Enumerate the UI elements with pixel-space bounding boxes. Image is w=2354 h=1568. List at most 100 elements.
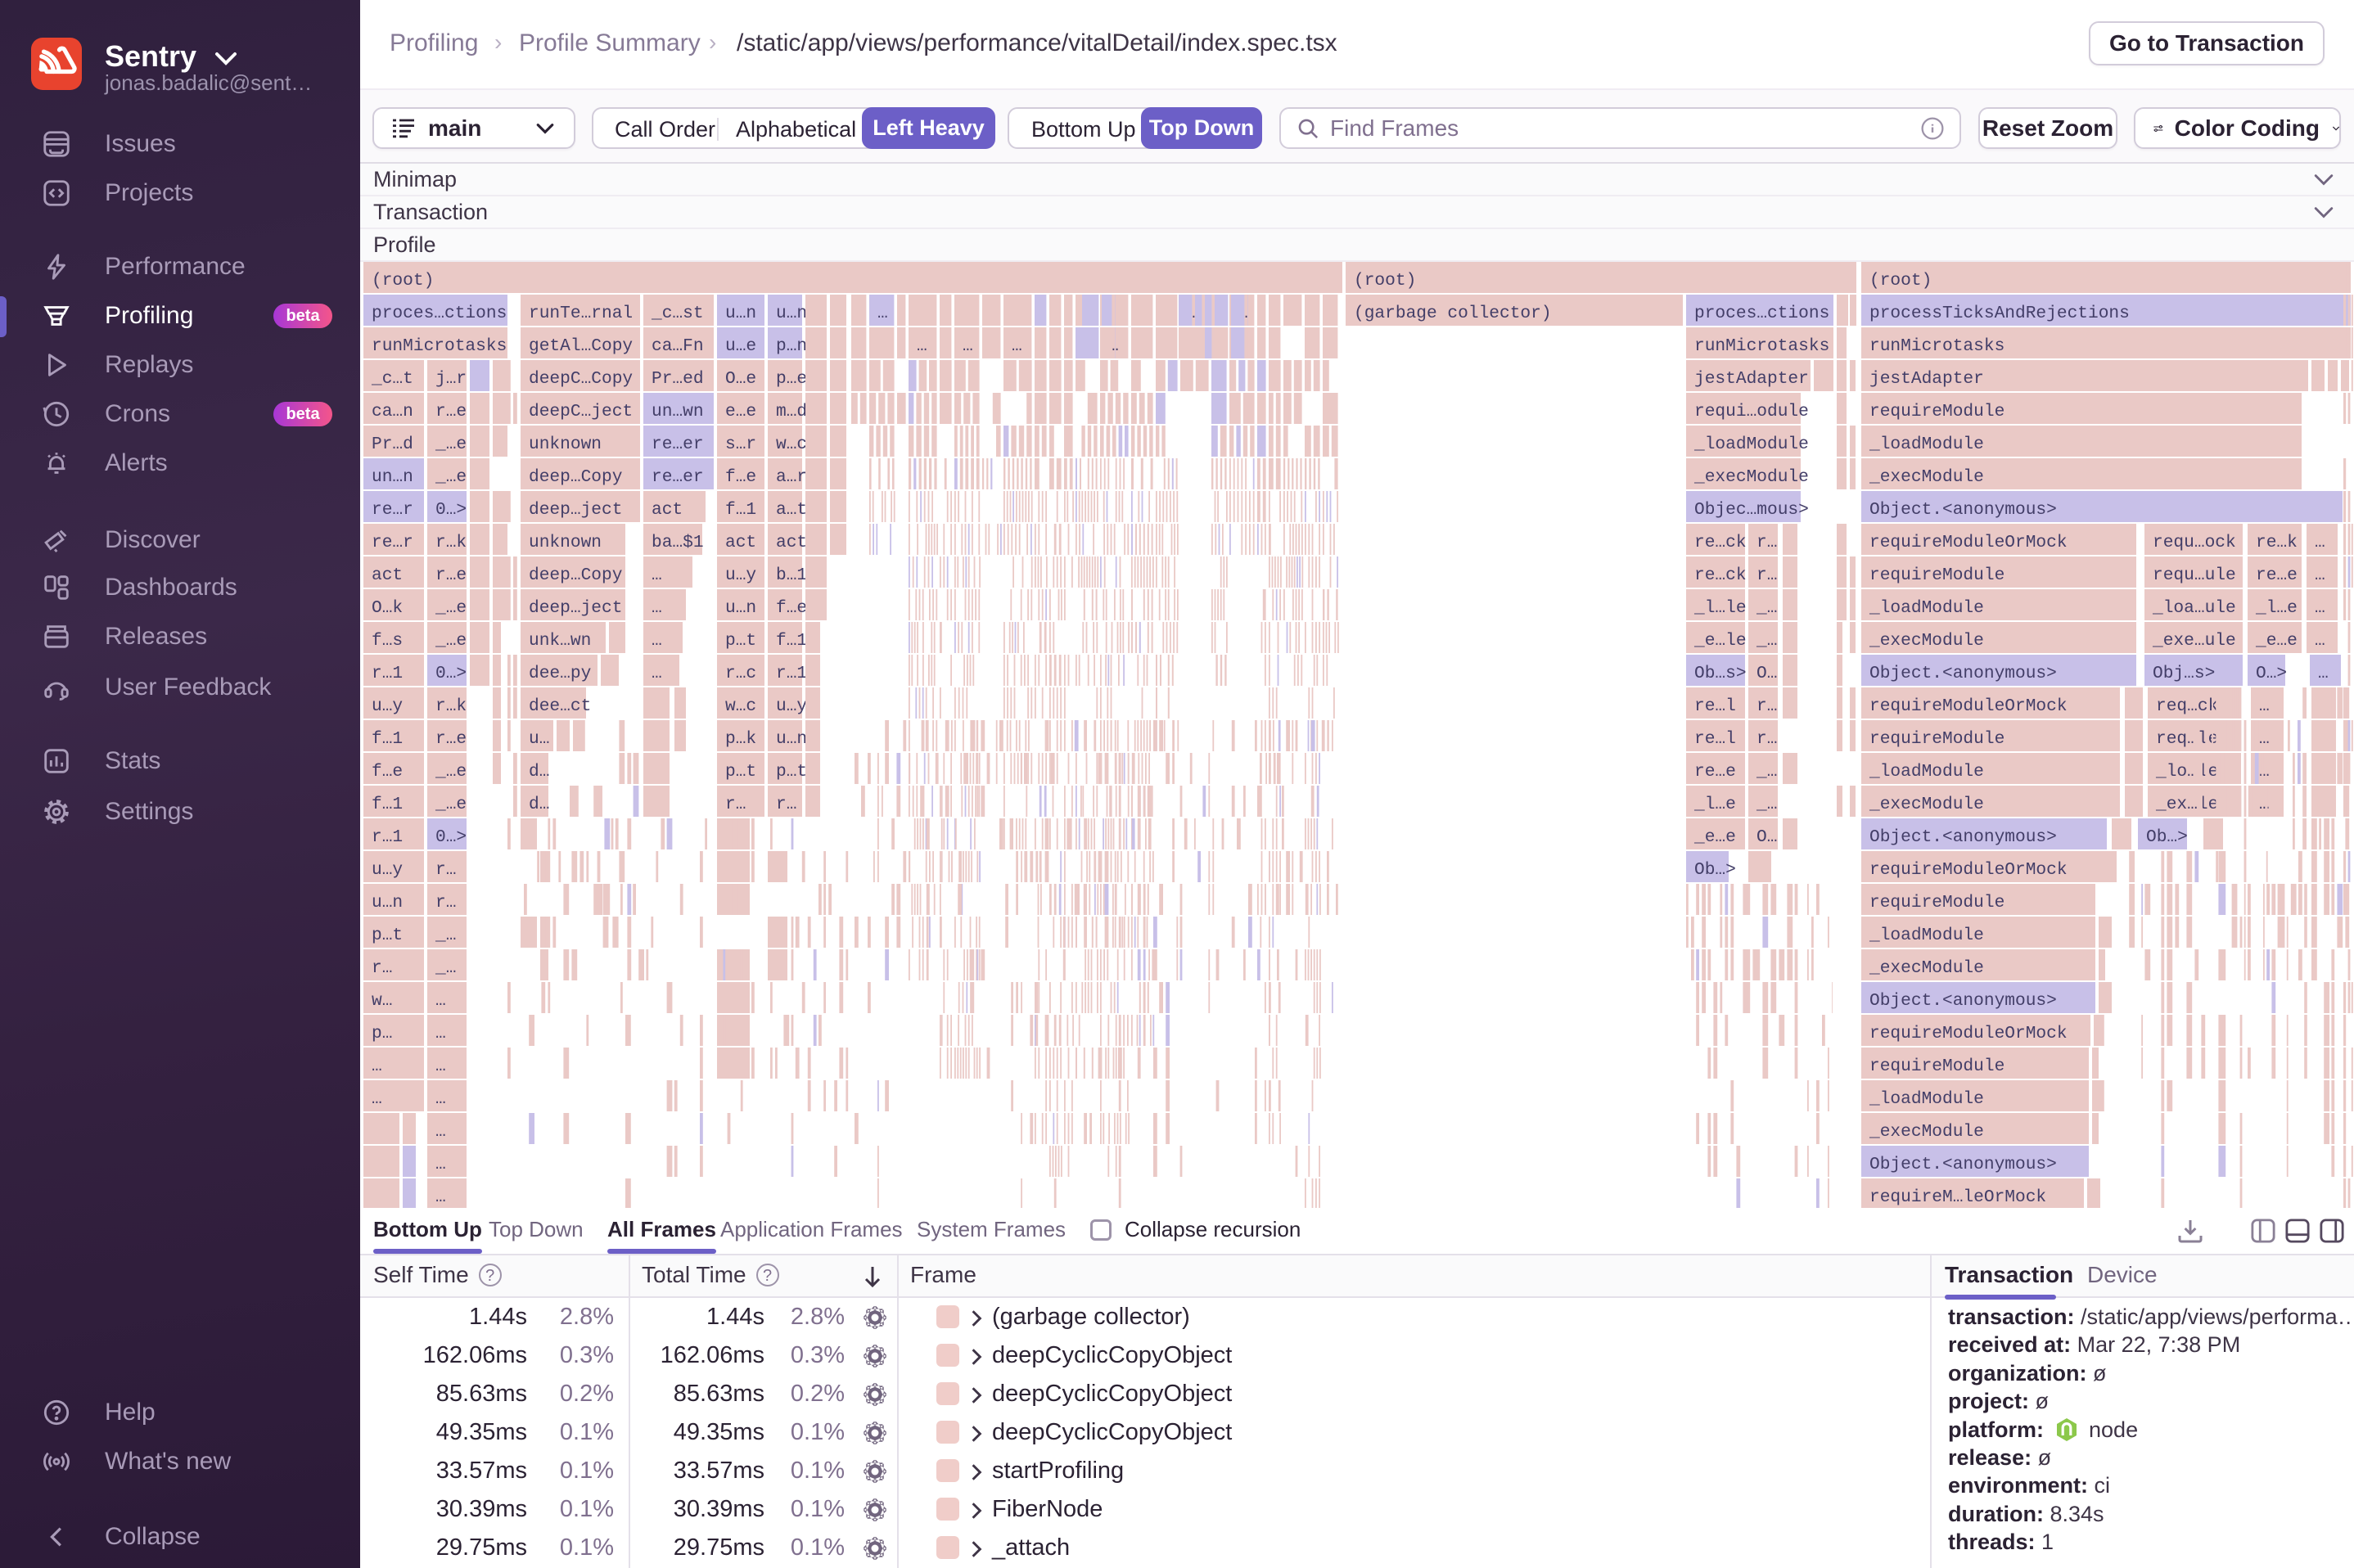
svg-text:_c…t: _c…t — [371, 369, 413, 389]
svg-text:p…t: p…t — [725, 762, 756, 782]
svg-text:runMicrotasks: runMicrotasks — [372, 336, 507, 356]
svg-text:ca…Fn: ca…Fn — [652, 336, 704, 356]
svg-text:_…e: _…e — [435, 795, 467, 814]
svg-text:e…e: e…e — [725, 402, 756, 421]
svg-text:Ob…s>: Ob…s> — [1694, 664, 1747, 683]
svg-text:unknown: unknown — [529, 435, 602, 454]
svg-text:u…y: u…y — [372, 696, 403, 716]
svg-text:_loadModule: _loadModule — [1869, 926, 1984, 945]
svg-text:…: … — [435, 1024, 446, 1043]
svg-text:jestAdapter: jestAdapter — [1694, 369, 1809, 389]
svg-text:r…e: r…e — [435, 402, 467, 421]
svg-text:p…k: p…k — [725, 729, 756, 749]
svg-text:r…e: r…e — [435, 565, 467, 585]
svg-text:deep…ject: deep…ject — [529, 500, 622, 520]
svg-text:p…t: p…t — [372, 926, 403, 945]
svg-text:f…1: f…1 — [776, 631, 807, 651]
svg-text:r…: r… — [725, 795, 746, 814]
svg-text:_l…e: _l…e — [1693, 795, 1736, 814]
svg-text:…: … — [652, 565, 662, 585]
svg-text:…: … — [2315, 631, 2325, 651]
svg-text:a…r: a…r — [776, 467, 807, 487]
svg-text:requi…odule: requi…odule — [1694, 402, 1809, 421]
svg-text:_…: _… — [435, 958, 456, 978]
svg-text:_loadModule: _loadModule — [1869, 762, 1984, 782]
svg-text:…: … — [435, 1122, 446, 1142]
svg-text:…: … — [435, 1057, 446, 1076]
svg-text:(root): (root) — [1869, 271, 1932, 291]
svg-text:…: … — [2318, 664, 2329, 683]
svg-text:requireM…leOrMock: requireM…leOrMock — [1869, 1187, 2046, 1207]
svg-text:re…er: re…er — [652, 467, 704, 487]
svg-text:ca…n: ca…n — [372, 402, 413, 421]
svg-text:b…1: b…1 — [776, 565, 807, 585]
svg-text:f…1: f…1 — [372, 729, 403, 749]
svg-text:_…: _… — [435, 926, 456, 945]
svg-text:d…: d… — [529, 795, 549, 814]
svg-text:Object.<anonymous>: Object.<anonymous> — [1869, 991, 2057, 1011]
svg-text:a…t: a…t — [776, 500, 807, 520]
svg-text:re…e: re…e — [2256, 565, 2298, 585]
svg-text:requireModule: requireModule — [1869, 893, 2005, 912]
svg-text:re…l: re…l — [1694, 729, 1736, 749]
svg-text:O…>: O…> — [2256, 664, 2287, 683]
svg-text:O…e: O…e — [725, 369, 756, 389]
svg-text:_…e: _…e — [435, 435, 467, 454]
svg-text:u…n: u…n — [776, 304, 807, 323]
svg-text:r…: r… — [1756, 696, 1777, 716]
svg-text:Objec…mous>: Objec…mous> — [1694, 500, 1809, 520]
svg-text:f…e: f…e — [372, 762, 403, 782]
svg-text:_…e: _…e — [435, 467, 467, 487]
svg-text:_loadModule: _loadModule — [1693, 435, 1809, 454]
svg-text:u…e: u…e — [725, 336, 756, 356]
svg-text:…: … — [652, 598, 662, 618]
svg-text:r…: r… — [1756, 729, 1777, 749]
svg-text:r…k: r…k — [435, 533, 467, 552]
svg-text:dee…ct: dee…ct — [529, 696, 591, 716]
svg-text:act: act — [652, 500, 683, 520]
svg-text:O…: O… — [1756, 664, 1777, 683]
svg-text:_e…e: _e…e — [1693, 827, 1736, 847]
svg-text:_…e: _…e — [435, 631, 467, 651]
svg-text:f…s: f…s — [372, 631, 403, 651]
svg-text:r…: r… — [1756, 533, 1777, 552]
svg-text:re…e: re…e — [1694, 762, 1736, 782]
svg-text:O…: O… — [1756, 827, 1777, 847]
svg-text:u…n: u…n — [776, 729, 807, 749]
svg-text:_…: _… — [1756, 795, 1777, 814]
svg-text:Pr…d: Pr…d — [372, 435, 413, 454]
svg-text:r…1: r…1 — [372, 664, 403, 683]
svg-text:f…1: f…1 — [372, 795, 403, 814]
svg-text:_e…le: _e…le — [1693, 631, 1747, 651]
svg-text:re…r: re…r — [372, 533, 413, 552]
svg-text:act: act — [372, 565, 403, 585]
svg-text:requ…ule: requ…ule — [2153, 565, 2236, 585]
svg-text:m…d: m…d — [776, 402, 807, 421]
svg-text:runMicrotasks: runMicrotasks — [1869, 336, 2005, 356]
svg-text:processTicksAndRejections: processTicksAndRejections — [1869, 304, 2130, 323]
svg-text:re…r: re…r — [372, 500, 413, 520]
svg-text:Pr…ed: Pr…ed — [652, 369, 704, 389]
svg-text:(root): (root) — [372, 271, 434, 291]
svg-text:0…>: 0…> — [435, 827, 467, 847]
svg-text:requireModuleOrMock: requireModuleOrMock — [1869, 1024, 2068, 1043]
svg-text:req…ck: req…ck — [2156, 696, 2218, 716]
svg-text:_…: _… — [1756, 762, 1777, 782]
svg-text:Object.<anonymous>: Object.<anonymous> — [1869, 500, 2057, 520]
svg-text:r…: r… — [372, 958, 392, 978]
svg-text:…: … — [917, 336, 927, 356]
svg-text:u…y: u…y — [725, 565, 756, 585]
svg-text:_loa…ule: _loa…ule — [2152, 598, 2236, 618]
svg-text:Ob…>: Ob…> — [2146, 827, 2188, 847]
svg-text:_…: _… — [1756, 598, 1777, 618]
svg-text:r…: r… — [435, 893, 456, 912]
svg-text:d…: d… — [529, 762, 549, 782]
svg-text:_execModule: _execModule — [1869, 1122, 1984, 1142]
svg-text:deepC…ject: deepC…ject — [529, 402, 633, 421]
svg-text:…: … — [2315, 533, 2325, 552]
svg-text:un…wn: un…wn — [652, 402, 704, 421]
svg-text:0…>: 0…> — [435, 664, 467, 683]
svg-text:re…k: re…k — [2256, 533, 2298, 552]
svg-text:requireModuleOrMock: requireModuleOrMock — [1869, 860, 2068, 880]
svg-text:runTe…rnal: runTe…rnal — [529, 304, 633, 323]
